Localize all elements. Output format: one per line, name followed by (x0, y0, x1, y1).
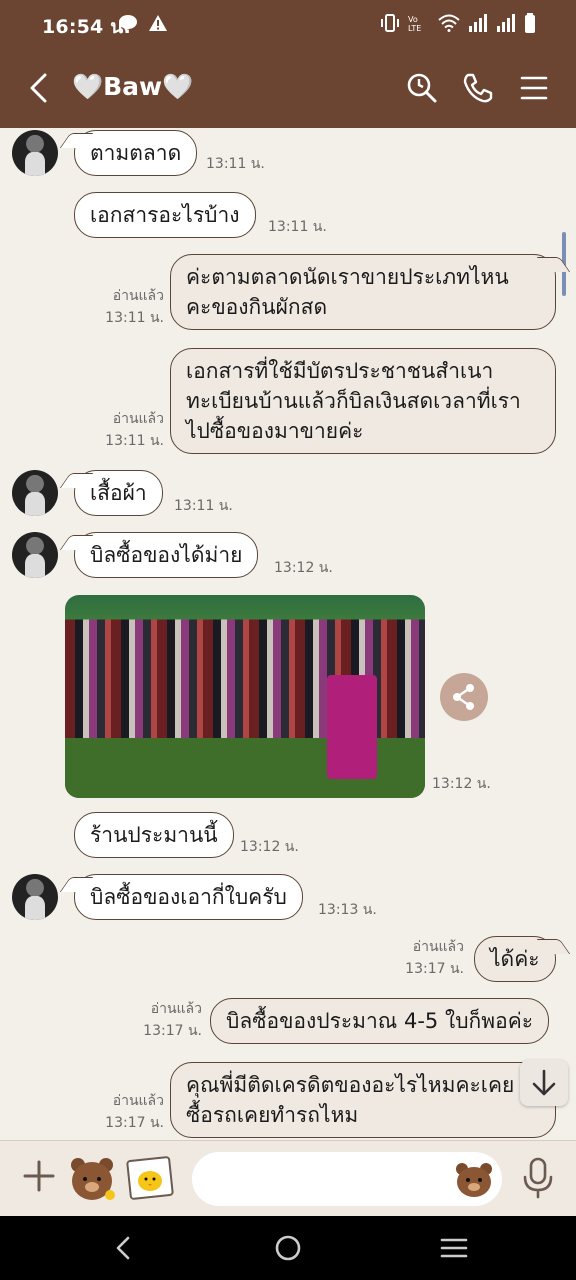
read-receipt: อ่านแล้ว 13:11 น. (100, 285, 164, 329)
signal-icon (469, 14, 487, 32)
share-button[interactable] (440, 673, 488, 721)
message-time: 13:11 น. (174, 498, 233, 514)
arrow-down-icon (532, 1069, 556, 1096)
system-icons: Vo LTE (380, 13, 536, 33)
read-label: อ่านแล้ว (112, 288, 164, 304)
chat-header: 🤍Baw🤍 (0, 48, 576, 128)
message-time: 13:12 น. (432, 776, 491, 792)
avatar[interactable] (12, 470, 58, 516)
message-bubble[interactable]: บิลซื้อของได้ม่าย (74, 532, 259, 578)
warning-icon (149, 15, 167, 31)
read-receipt: อ่านแล้ว 13:17 น. (400, 936, 464, 980)
avatar[interactable] (12, 532, 58, 578)
read-label: อ่านแล้ว (150, 1001, 202, 1017)
message-time: 13:17 น. (105, 1115, 164, 1131)
plus-icon[interactable] (22, 1159, 56, 1193)
photo-message[interactable] (65, 595, 425, 798)
read-label: อ่านแล้ว (112, 411, 164, 427)
photo-sticker-icon[interactable] (126, 1155, 174, 1201)
message-bubble[interactable]: เอกสารอะไรบ้าง (74, 192, 256, 238)
message-bubble[interactable]: บิลซื้อของประมาณ 4-5 ใบก็พอค่ะ (210, 998, 550, 1044)
phone-icon[interactable] (460, 70, 496, 106)
message-bubble[interactable]: ตามตลาด (74, 130, 198, 176)
read-receipt: อ่านแล้ว 13:17 น. (138, 998, 202, 1042)
message-list[interactable]: ตามตลาด 13:11 น. เอกสารอะไรบ้าง 13:11 น.… (0, 128, 576, 1140)
message-bubble[interactable]: คุณพี่มีติดเครดิตของอะไรไหมคะเคยซื้อรถเค… (170, 1062, 556, 1138)
svg-text:Vo: Vo (408, 15, 418, 24)
svg-text:LTE: LTE (408, 24, 421, 33)
scroll-to-bottom-button[interactable] (520, 1060, 568, 1106)
menu-icon[interactable] (516, 70, 552, 106)
message-input-bar (0, 1140, 576, 1216)
message-bubble[interactable]: บิลซื้อของเอากี่ใบครับ (74, 874, 303, 920)
chat-screen: 16:54 น. Vo LTE 🤍Baw🤍 ตามตลาด 13:11 น. เอ… (0, 0, 576, 1280)
message-time: 13:13 น. (318, 902, 377, 918)
recents-icon[interactable] (438, 1232, 470, 1264)
message-time: 13:11 น. (105, 433, 164, 449)
photo-clothes (327, 675, 377, 779)
read-receipt: อ่านแล้ว 13:11 น. (100, 408, 164, 452)
brown-bear-sticker-icon[interactable] (66, 1153, 118, 1203)
share-icon (453, 684, 474, 710)
avatar[interactable] (12, 874, 58, 920)
message-time: 13:12 น. (240, 839, 299, 855)
chat-title[interactable]: 🤍Baw🤍 (72, 72, 193, 102)
emoji-bear-icon[interactable] (454, 1160, 494, 1198)
back-arrow-icon[interactable] (22, 70, 58, 106)
message-bubble[interactable]: เอกสารที่ใช้มีบัตรประชาชนสำเนาทะเบียนบ้า… (170, 348, 556, 454)
message-time: 13:11 น. (105, 310, 164, 326)
microphone-icon[interactable] (520, 1157, 556, 1199)
message-bubble[interactable]: ร้านประมานนี้ (74, 812, 234, 858)
message-time: 13:11 น. (206, 156, 265, 172)
battery-icon (525, 13, 535, 33)
volte-icon: VoLTE (408, 15, 421, 33)
avatar[interactable] (12, 130, 58, 176)
message-bubble[interactable]: เสื้อผ้า (74, 470, 163, 516)
status-bar: 16:54 น. Vo LTE (0, 0, 576, 48)
message-time: 13:17 น. (405, 961, 464, 977)
message-bubble[interactable]: ได้ค่ะ (474, 936, 556, 982)
read-label: อ่านแล้ว (112, 1093, 164, 1109)
search-icon[interactable] (404, 70, 440, 106)
message-time: 13:17 น. (143, 1023, 202, 1039)
home-icon[interactable] (272, 1232, 304, 1264)
signal-icon (497, 14, 515, 32)
wifi-icon (438, 14, 460, 32)
system-nav-bar (0, 1216, 576, 1280)
notification-icons (118, 14, 168, 32)
read-receipt: อ่านแล้ว 13:17 น. (100, 1090, 164, 1134)
back-icon[interactable] (108, 1232, 140, 1264)
message-bubble[interactable]: ค่ะตามตลาดนัดเราขายประเภทไหน คะของกินผัก… (170, 254, 556, 330)
message-time: 13:12 น. (274, 560, 333, 576)
read-label: อ่านแล้ว (412, 939, 464, 955)
message-time: 13:11 น. (268, 219, 327, 235)
vibrate-icon (381, 14, 399, 32)
line-app-icon (119, 15, 137, 32)
